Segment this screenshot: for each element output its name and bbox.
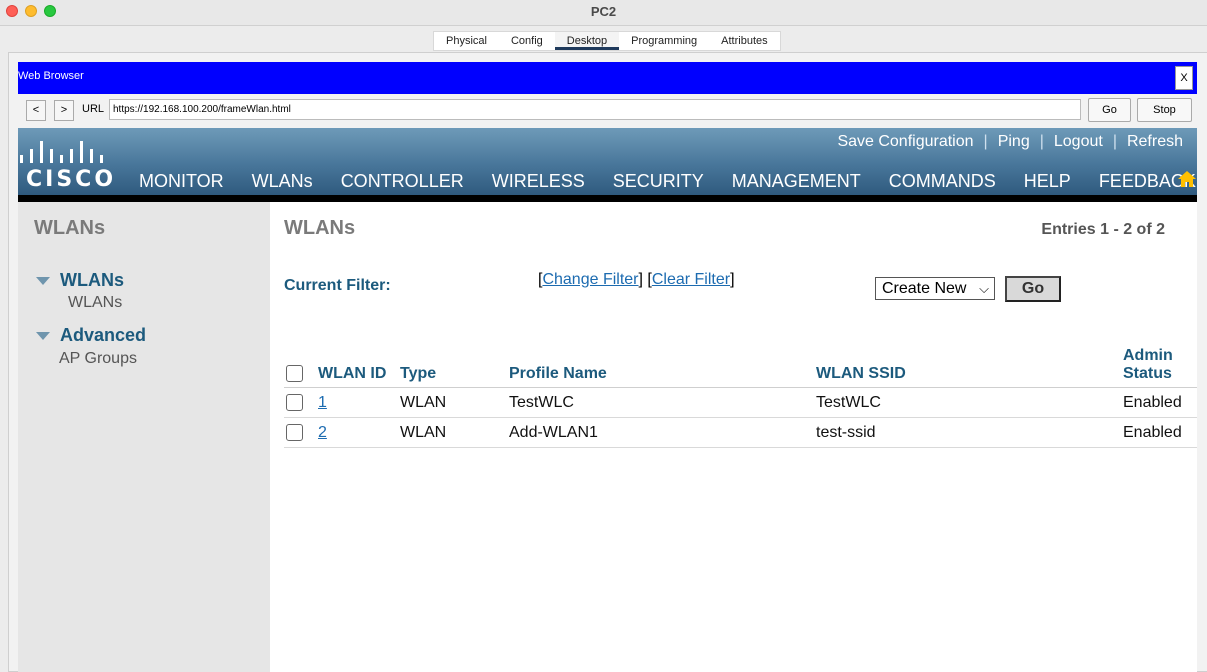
admin-status-cell: Enabled [1121, 417, 1197, 448]
sidebar-group-wlans[interactable]: WLANs [36, 270, 124, 291]
ssid-cell: test-ssid [814, 417, 1121, 448]
logout-link[interactable]: Logout [1054, 133, 1103, 151]
nav-controller[interactable]: CONTROLLER [327, 170, 478, 192]
wlan-id-link[interactable]: 1 [318, 394, 327, 411]
web-browser-title: Web Browser [18, 70, 84, 82]
browser-go-button[interactable]: Go [1088, 98, 1131, 122]
entries-count: Entries 1 - 2 of 2 [1041, 221, 1165, 238]
expand-triangle-icon [36, 277, 50, 286]
main-nav: MONITOR WLANs CONTROLLER WIRELESS SECURI… [125, 170, 1197, 192]
tab-attributes[interactable]: Attributes [709, 32, 779, 50]
col-wlan-id[interactable]: WLAN ID [316, 347, 398, 388]
nav-commands[interactable]: COMMANDS [875, 170, 1010, 192]
tab-programming[interactable]: Programming [619, 32, 709, 50]
nav-help[interactable]: HELP [1010, 170, 1085, 192]
expand-triangle-icon [36, 332, 50, 341]
ssid-cell: TestWLC [814, 387, 1121, 418]
sidebar-item-ap-groups[interactable]: AP Groups [59, 350, 137, 368]
link-separator: | [1112, 133, 1117, 150]
chevron-down-icon: ⌵ [979, 281, 989, 296]
wlan-id-cell: 1 [316, 387, 398, 418]
forward-button[interactable]: > [54, 100, 74, 121]
cisco-header: CISCO Save Configuration | Ping | Logout… [18, 128, 1197, 195]
link-separator: | [1039, 133, 1044, 150]
table-row: 2 WLAN Add-WLAN1 test-ssid Enabled [284, 417, 1197, 448]
row-checkbox[interactable] [286, 393, 303, 411]
sidebar-group-label: Advanced [60, 325, 147, 345]
select-all-checkbox[interactable] [286, 365, 303, 383]
tab-desktop[interactable]: Desktop [554, 32, 620, 50]
create-select-value: Create New [882, 280, 967, 297]
change-filter-link[interactable]: Change Filter [542, 271, 638, 288]
row-select-cell [284, 387, 316, 418]
filter-links: [Change Filter] [Clear Filter] [538, 271, 735, 288]
create-new-select[interactable]: Create New ⌵ [875, 277, 995, 300]
profile-name-cell: TestWLC [507, 387, 814, 418]
wlan-id-link[interactable]: 2 [318, 424, 327, 441]
select-all-cell [284, 347, 316, 388]
main-content: WLANs Entries 1 - 2 of 2 Current Filter:… [270, 202, 1197, 672]
nav-monitor[interactable]: MONITOR [125, 170, 238, 192]
col-profile-name[interactable]: Profile Name [507, 347, 814, 388]
sidebar: WLANs WLANs WLANs Advanced AP Groups [18, 202, 270, 672]
admin-status-cell: Enabled [1121, 387, 1197, 418]
profile-name-cell: Add-WLAN1 [507, 417, 814, 448]
pt-tab-bar: Physical Config Desktop Programming Attr… [433, 31, 781, 51]
window-title: PC2 [590, 4, 617, 19]
cisco-logo-text: CISCO [26, 167, 117, 192]
back-button[interactable]: < [26, 100, 46, 121]
nav-security[interactable]: SECURITY [599, 170, 718, 192]
type-cell: WLAN [398, 417, 507, 448]
col-type[interactable]: Type [398, 347, 507, 388]
table-header-row: WLAN ID Type Profile Name WLAN SSID Admi… [284, 347, 1197, 388]
sidebar-group-label: WLANs [60, 270, 124, 290]
save-configuration-link[interactable]: Save Configuration [837, 133, 973, 151]
window-titlebar: PC2 [0, 0, 1207, 26]
wlans-table: WLAN ID Type Profile Name WLAN SSID Admi… [284, 347, 1197, 448]
page-title: WLANs [284, 217, 356, 239]
tab-config[interactable]: Config [499, 32, 555, 50]
nav-management[interactable]: MANAGEMENT [718, 170, 875, 192]
create-go-button[interactable]: Go [1005, 276, 1061, 302]
table-row: 1 WLAN TestWLC TestWLC Enabled [284, 387, 1197, 418]
home-icon[interactable] [1177, 170, 1197, 188]
ping-link[interactable]: Ping [998, 133, 1030, 151]
sidebar-title: WLANs [34, 217, 106, 239]
sidebar-group-advanced[interactable]: Advanced [36, 325, 146, 346]
type-cell: WLAN [398, 387, 507, 418]
clear-filter-link[interactable]: Clear Filter [652, 271, 730, 288]
cisco-logo-bars-icon [20, 137, 103, 163]
browser-stop-button[interactable]: Stop [1137, 98, 1192, 122]
sidebar-item-wlans[interactable]: WLANs [68, 294, 122, 312]
col-admin-status[interactable]: Admin Status [1121, 347, 1197, 388]
row-select-cell [284, 417, 316, 448]
nav-wlans[interactable]: WLANs [238, 170, 327, 192]
top-links: Save Configuration | Ping | Logout | Ref… [837, 133, 1183, 151]
col-wlan-ssid[interactable]: WLAN SSID [814, 347, 1121, 388]
cisco-logo: CISCO [18, 137, 118, 193]
row-checkbox[interactable] [286, 423, 303, 441]
tab-physical[interactable]: Physical [434, 32, 499, 50]
nav-wireless[interactable]: WIRELESS [478, 170, 599, 192]
url-input[interactable] [109, 99, 1081, 120]
wlan-id-cell: 2 [316, 417, 398, 448]
url-label: URL [82, 103, 105, 115]
current-filter-label: Current Filter: [284, 277, 391, 294]
refresh-link[interactable]: Refresh [1127, 133, 1183, 151]
link-separator: | [983, 133, 988, 150]
web-browser-titlebar: Web Browser X [18, 62, 1197, 94]
header-divider [18, 195, 1197, 202]
browser-close-button[interactable]: X [1175, 66, 1193, 90]
